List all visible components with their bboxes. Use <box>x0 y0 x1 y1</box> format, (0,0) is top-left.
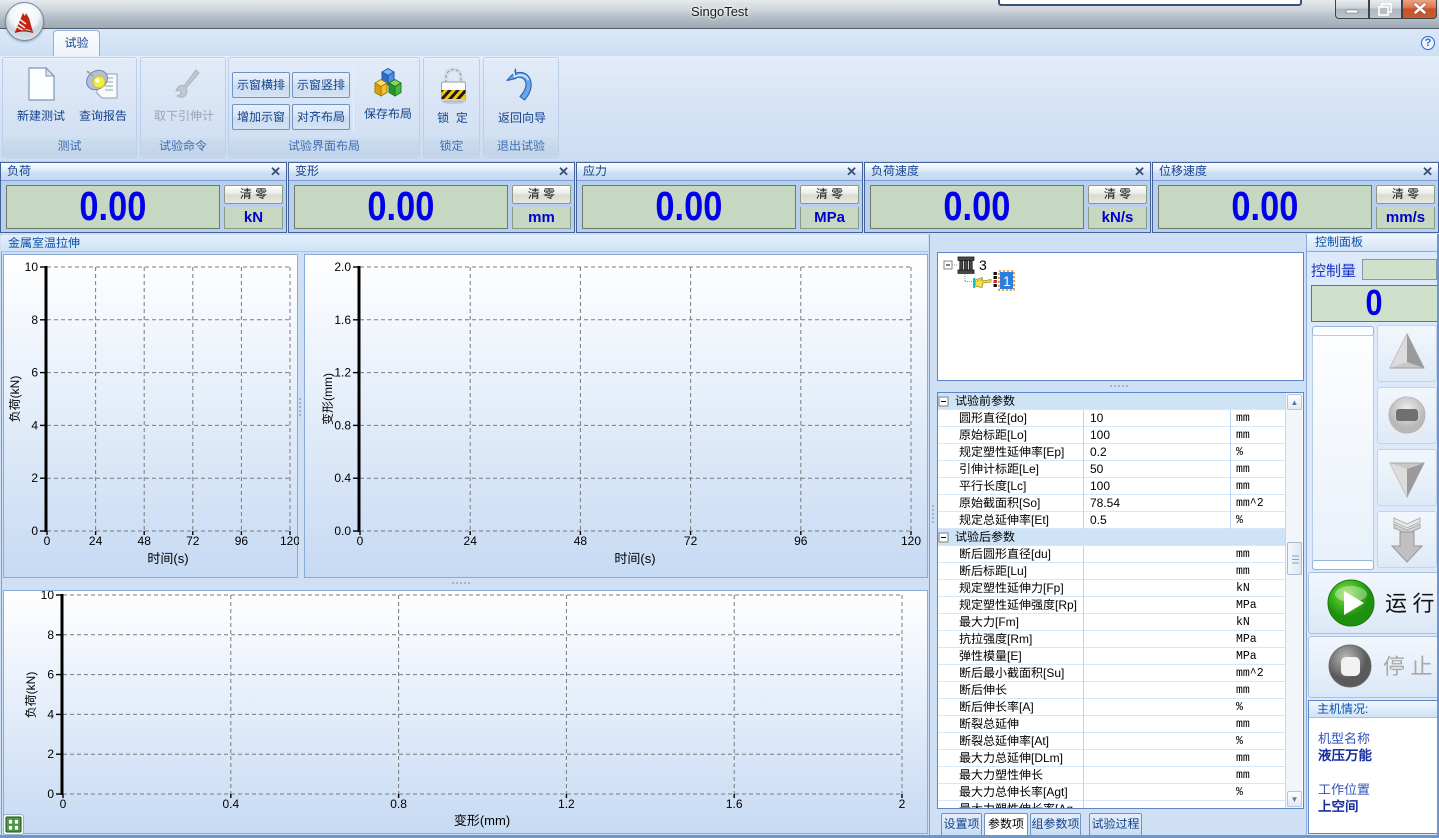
svg-text:0.4: 0.4 <box>222 797 239 811</box>
svg-text:1.2: 1.2 <box>334 366 351 380</box>
svg-text:时间(s): 时间(s) <box>147 551 188 566</box>
svg-text:0.8: 0.8 <box>390 797 407 811</box>
svg-text:48: 48 <box>138 534 152 548</box>
svg-text:0: 0 <box>357 534 364 548</box>
svg-text:负荷(kN): 负荷(kN) <box>24 672 38 719</box>
svg-text:1: 1 <box>1003 273 1011 289</box>
svg-text:0: 0 <box>47 787 54 801</box>
svg-text:96: 96 <box>235 534 249 548</box>
svg-text:72: 72 <box>186 534 200 548</box>
svg-text:120: 120 <box>901 534 921 548</box>
svg-text:2: 2 <box>31 471 38 485</box>
svg-text:24: 24 <box>89 534 103 548</box>
svg-text:0: 0 <box>60 797 67 811</box>
svg-text:3: 3 <box>979 257 987 273</box>
svg-text:72: 72 <box>684 534 698 548</box>
svg-text:0: 0 <box>44 534 51 548</box>
svg-text:1.6: 1.6 <box>334 313 351 327</box>
svg-text:4: 4 <box>47 707 54 721</box>
svg-text:6: 6 <box>31 366 38 380</box>
svg-text:2: 2 <box>899 797 906 811</box>
svg-text:0.0: 0.0 <box>334 524 351 538</box>
svg-text:120: 120 <box>280 534 299 548</box>
svg-text:96: 96 <box>794 534 808 548</box>
svg-text:时间(s): 时间(s) <box>614 551 655 566</box>
svg-text:变形(mm): 变形(mm) <box>454 813 510 828</box>
svg-text:变形(mm): 变形(mm) <box>321 373 335 425</box>
svg-text:1.2: 1.2 <box>558 797 575 811</box>
svg-text:负荷(kN): 负荷(kN) <box>8 376 22 423</box>
svg-text:4: 4 <box>31 418 38 432</box>
svg-text:2.0: 2.0 <box>334 260 351 274</box>
svg-text:0.8: 0.8 <box>334 418 351 432</box>
svg-text:8: 8 <box>47 628 54 642</box>
svg-text:6: 6 <box>47 668 54 682</box>
svg-text:2: 2 <box>47 747 54 761</box>
svg-text:8: 8 <box>31 313 38 327</box>
svg-text:0.4: 0.4 <box>334 471 351 485</box>
svg-text:48: 48 <box>574 534 588 548</box>
svg-text:24: 24 <box>464 534 478 548</box>
svg-text:10: 10 <box>41 591 55 602</box>
svg-text:运 行: 运 行 <box>1385 586 1435 618</box>
svg-text:0: 0 <box>31 524 38 538</box>
svg-text:10: 10 <box>25 260 39 274</box>
svg-text:停 止: 停 止 <box>1383 649 1433 681</box>
svg-text:1.6: 1.6 <box>726 797 743 811</box>
